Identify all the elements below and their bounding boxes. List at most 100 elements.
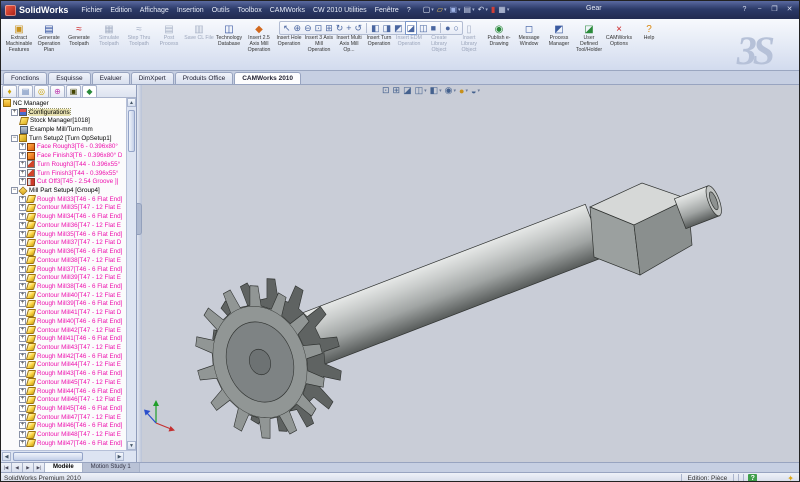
sheet-tab-mod-le[interactable]: Modèle xyxy=(45,463,83,472)
menu-fen-tre[interactable]: Fenêtre xyxy=(371,5,403,16)
expand-icon[interactable]: + xyxy=(19,388,26,395)
step-thru-toolpath-button[interactable]: ≈Step Thru Toolpath xyxy=(124,23,154,54)
displaymanager-tab-icon[interactable]: ▣ xyxy=(66,85,81,97)
tree-item-contour-mill48[interactable]: +Contour Mill48[T47 - 12 Flat E xyxy=(1,430,125,439)
restore-button[interactable]: ❐ xyxy=(768,4,781,15)
menu-insertion[interactable]: Insertion xyxy=(173,5,208,16)
tree-item-contour-mill40[interactable]: +Contour Mill40[T47 - 12 Flat E xyxy=(1,291,125,300)
tree-item-rough-mill38[interactable]: +Rough Mill38[T46 - 6 Flat End] xyxy=(1,282,125,291)
zoom-area-icon[interactable]: ⊞ xyxy=(393,85,401,96)
save-cl-file-button[interactable]: ▥Save CL File xyxy=(184,23,214,54)
expand-icon[interactable]: + xyxy=(19,274,26,281)
tree-item-cut-off3[interactable]: +Cut Off3[T45 - 2.54 Groove ][ xyxy=(1,177,125,186)
expand-icon[interactable]: + xyxy=(19,213,26,220)
tab-produits-office[interactable]: Produits Office xyxy=(175,72,234,84)
view-left-icon[interactable]: ◩ xyxy=(393,22,404,34)
extract-machinable-features-button[interactable]: ▣Extract Machinable Features xyxy=(4,23,34,54)
camworks-tree-tab-icon[interactable]: ◆ xyxy=(82,85,97,97)
tree-item-contour-mill47[interactable]: +Contour Mill47[T47 - 12 Flat E xyxy=(1,413,125,422)
tree-item-rough-mill46[interactable]: +Rough Mill46[T46 - 6 Flat End] xyxy=(1,422,125,431)
tree-item-contour-mill38[interactable]: +Contour Mill38[T47 - 12 Flat E xyxy=(1,256,125,265)
expand-icon[interactable]: + xyxy=(19,178,26,185)
view-orientation-icon[interactable]: ◫▾ xyxy=(415,85,427,96)
expand-icon[interactable]: + xyxy=(19,170,26,177)
expand-icon[interactable]: + xyxy=(19,196,26,203)
menu-outils[interactable]: Outils xyxy=(208,5,234,16)
tree-item-contour-mill36[interactable]: +Contour Mill36[T47 - 12 Flat E xyxy=(1,221,125,230)
camworks-options-button[interactable]: ×CAMWorks Options xyxy=(604,23,634,54)
tree-item-turn-rough3[interactable]: +Turn Rough3[T44 - 0.396x55° xyxy=(1,160,125,169)
menu-cw-2010-utilities[interactable]: CW 2010 Utilities xyxy=(309,5,371,16)
process-manager-button[interactable]: ◩Process Manager xyxy=(544,23,574,54)
publish-e-drawing-button[interactable]: ◉Publish e-Drawing xyxy=(484,23,514,54)
expand-icon[interactable]: + xyxy=(19,248,26,255)
tab-fonctions[interactable]: Fonctions xyxy=(3,72,47,84)
tree-item-stock-manager[interactable]: Stock Manager[1018] xyxy=(1,116,125,125)
generate-operation-plan-button[interactable]: ▤Generate Operation Plan xyxy=(34,23,64,54)
tree-item-rough-mill39[interactable]: +Rough Mill39[T46 - 6 Flat End] xyxy=(1,300,125,309)
view-iso-icon[interactable]: ■ xyxy=(430,22,437,34)
display-style-icon[interactable]: ◧▾ xyxy=(430,85,442,96)
tree-item-rough-mill44[interactable]: +Rough Mill44[T46 - 6 Flat End] xyxy=(1,387,125,396)
tree-item-contour-mill44[interactable]: +Contour Mill44[T47 - 12 Flat E xyxy=(1,361,125,370)
next-sheet-button[interactable]: ▶ xyxy=(23,463,34,472)
expand-icon[interactable]: + xyxy=(19,370,26,377)
expand-icon[interactable]: + xyxy=(19,335,26,342)
expand-icon[interactable]: + xyxy=(19,292,26,299)
collapse-icon[interactable]: − xyxy=(11,135,18,142)
help-button[interactable]: ? xyxy=(738,4,751,15)
expand-icon[interactable]: + xyxy=(19,361,26,368)
scroll-right-icon[interactable]: ▶ xyxy=(115,452,124,461)
new-document-icon[interactable]: ▢▾ xyxy=(422,5,435,15)
tree-horizontal-scrollbar[interactable]: ◀ ▶ xyxy=(1,450,136,462)
tip-of-day-icon[interactable]: ✦ xyxy=(787,474,794,482)
dimxpertmanager-tab-icon[interactable]: ⊕ xyxy=(50,85,65,97)
expand-icon[interactable]: + xyxy=(19,309,26,316)
shaded-view-icon[interactable]: ● xyxy=(444,22,451,34)
expand-icon[interactable]: + xyxy=(19,143,26,150)
expand-icon[interactable]: + xyxy=(19,239,26,246)
propertymanager-tab-icon[interactable]: ▤ xyxy=(18,85,33,97)
horizontal-scroll-thumb[interactable] xyxy=(13,452,83,461)
menu-[interactable]: ? xyxy=(403,5,415,16)
post-process-button[interactable]: ▤Post Process xyxy=(154,23,184,54)
pan-icon[interactable]: + xyxy=(345,22,352,34)
view-back-icon[interactable]: ◨ xyxy=(382,22,393,34)
undo-icon[interactable]: ↶▾ xyxy=(477,5,489,15)
user-defined-tool-holder-button[interactable]: ◪User Defined Tool/Holder xyxy=(574,23,604,54)
tab-evaluer[interactable]: Evaluer xyxy=(92,72,130,84)
simulate-toolpath-button[interactable]: ▦Simulate Toolpath xyxy=(94,23,124,54)
configurationmanager-tab-icon[interactable]: ◎ xyxy=(34,85,49,97)
sheet-tab-motion-study-1[interactable]: Motion Study 1 xyxy=(83,463,140,472)
tree-item-turn-finish3[interactable]: +Turn Finish3[T44 - 0.396x55° xyxy=(1,169,125,178)
menu-edition[interactable]: Edition xyxy=(106,5,135,16)
first-sheet-button[interactable]: |◀ xyxy=(1,463,12,472)
zoom-fit-icon[interactable]: ⊡ xyxy=(382,85,390,96)
generate-toolpath-button[interactable]: ≈Generate Toolpath xyxy=(64,23,94,54)
edit-appearance-icon[interactable]: ●▾ xyxy=(459,86,468,96)
refresh-view-icon[interactable]: ↻ xyxy=(335,22,345,34)
tree-vertical-scrollbar[interactable]: ▲ ▼ xyxy=(126,98,136,450)
expand-icon[interactable]: + xyxy=(19,327,26,334)
zoom-fit-icon[interactable]: ⊡ xyxy=(314,22,324,34)
wireframe-view-icon[interactable]: ○ xyxy=(453,22,460,34)
expand-icon[interactable]: + xyxy=(19,405,26,412)
expand-icon[interactable]: + xyxy=(19,300,26,307)
tree-item-contour-mill45[interactable]: +Contour Mill45[T47 - 12 Flat E xyxy=(1,378,125,387)
featuremanager-tab-icon[interactable]: ♦ xyxy=(2,85,17,97)
scroll-left-icon[interactable]: ◀ xyxy=(2,452,11,461)
zoom-in-icon[interactable]: ⊕ xyxy=(293,22,303,34)
expand-icon[interactable]: + xyxy=(19,414,26,421)
tree-item-rough-mill41[interactable]: +Rough Mill41[T46 - 6 Flat End] xyxy=(1,334,125,343)
tree-item-contour-mill35[interactable]: +Contour Mill35[T47 - 12 Flat E xyxy=(1,204,125,213)
menu-camworks[interactable]: CAMWorks xyxy=(266,5,309,16)
tree-item-rough-mill34[interactable]: +Rough Mill34[T46 - 6 Flat End] xyxy=(1,212,125,221)
insert-2-5-axis-mill-operation-button[interactable]: ◆Insert 2.5 Axis Mill Operation xyxy=(244,23,274,54)
apply-scene-icon[interactable]: ◒▾ xyxy=(471,86,480,96)
tab-esquisse[interactable]: Esquisse xyxy=(48,72,90,84)
tree-item-nc-manager[interactable]: NC Manager xyxy=(1,99,125,108)
expand-icon[interactable]: + xyxy=(19,161,26,168)
view-right-icon[interactable]: ◪ xyxy=(405,21,418,35)
tree-item-contour-mill42[interactable]: +Contour Mill42[T47 - 12 Flat E xyxy=(1,326,125,335)
tree-item-rough-mill33[interactable]: +Rough Mill33[T46 - 6 Flat End] xyxy=(1,195,125,204)
